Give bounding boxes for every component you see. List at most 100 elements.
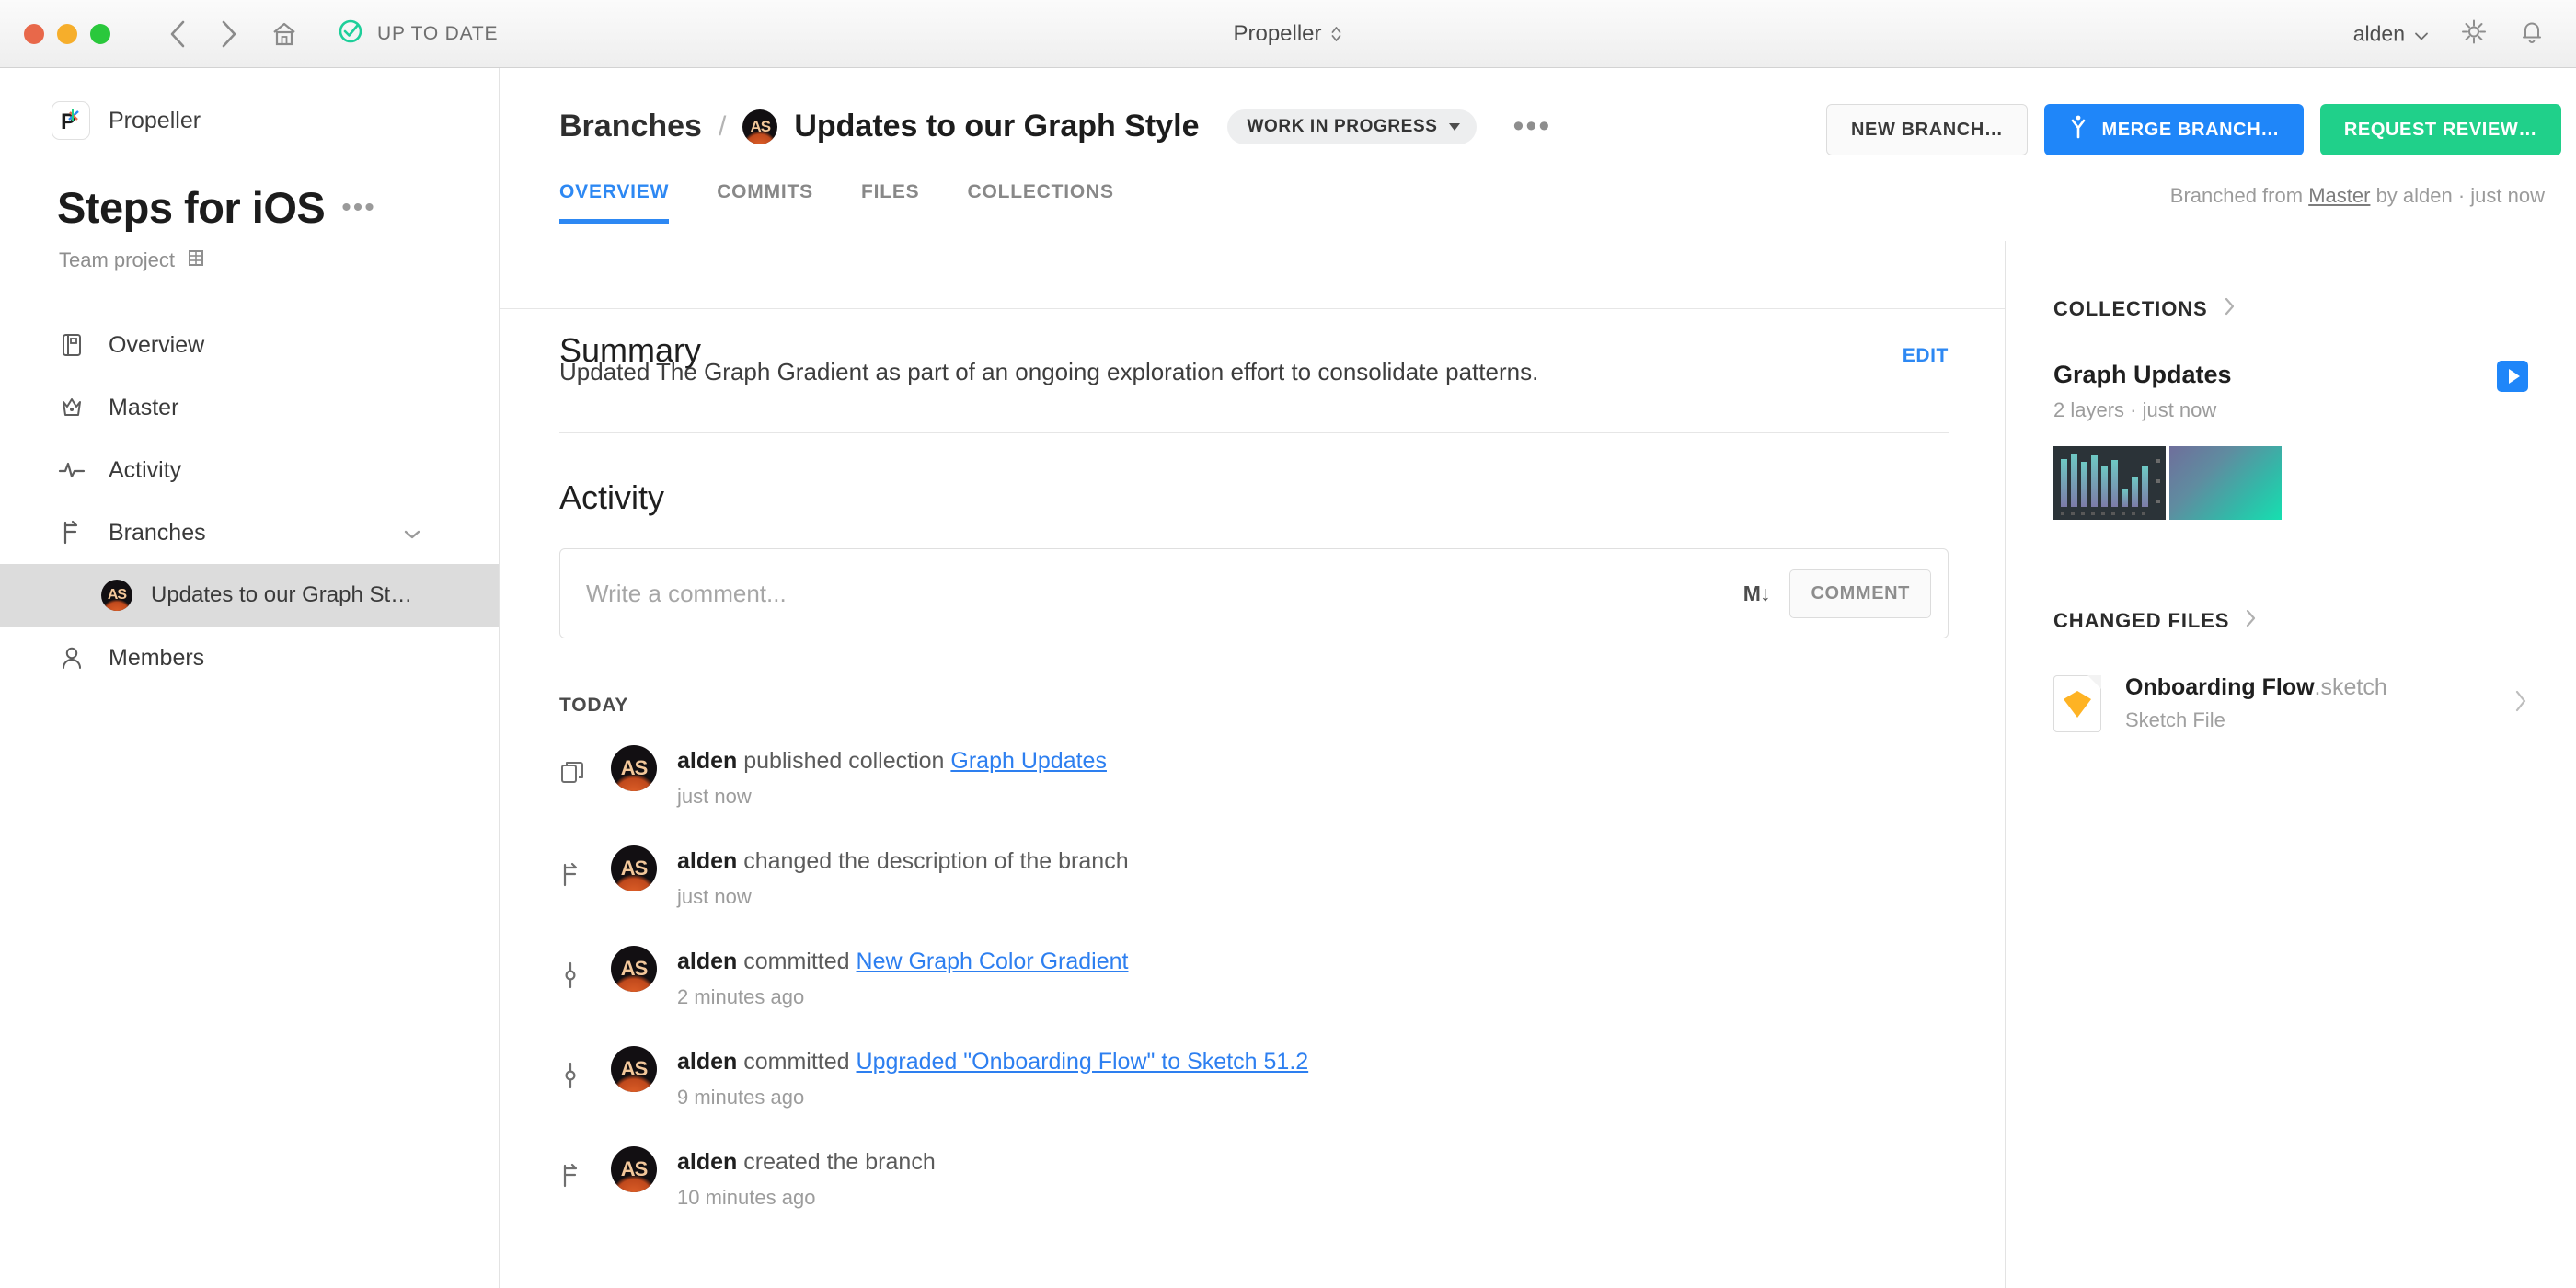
status-badge[interactable]: WORK IN PROGRESS xyxy=(1226,109,1477,144)
tab-files[interactable]: FILES xyxy=(861,181,920,224)
activity-time: 10 minutes ago xyxy=(677,1186,816,1210)
branch-icon xyxy=(559,845,611,888)
collection-meta: 2 layers · just now xyxy=(2053,398,2217,421)
close-window-button[interactable] xyxy=(24,23,44,44)
sidebar-item-overview[interactable]: Overview xyxy=(0,314,499,376)
chevron-down-icon xyxy=(1448,122,1460,131)
activity-link[interactable]: Upgraded "Onboarding Flow" to Sketch 51.… xyxy=(857,1049,1309,1075)
tab-overview[interactable]: OVERVIEW xyxy=(559,181,670,224)
sidebar: P Propeller Steps for iOS ••• Team proje… xyxy=(0,68,500,1288)
activity-time: 2 minutes ago xyxy=(677,985,805,1009)
window-traffic-lights xyxy=(24,23,110,44)
new-branch-button[interactable]: NEW BRANCH… xyxy=(1826,104,2029,155)
window-title-label: Propeller xyxy=(1233,20,1322,46)
titlebar-right-controls: alden xyxy=(2353,17,2545,50)
forward-icon[interactable] xyxy=(219,18,239,50)
minimize-window-button[interactable] xyxy=(57,23,77,44)
avatar: AS xyxy=(611,745,657,791)
activity-item[interactable]: AS alden published collection Graph Upda… xyxy=(559,745,1939,845)
back-icon[interactable] xyxy=(167,18,188,50)
activity-text: created the branch xyxy=(743,1149,936,1175)
project-subtitle-label: Team project xyxy=(59,248,175,271)
branch-action-buttons: NEW BRANCH… MERGE BRANCH… REQUEST REVIEW… xyxy=(1826,104,2561,155)
branched-from-info: Branched from Master by alden · just now xyxy=(2170,184,2545,208)
collection-icon xyxy=(559,745,611,788)
chevron-right-icon[interactable] xyxy=(2513,689,2528,718)
activity-item[interactable]: AS alden changed the description of the … xyxy=(559,845,1939,946)
chevron-down-icon[interactable] xyxy=(403,520,421,546)
branch-overflow-menu[interactable]: ••• xyxy=(1513,110,1552,142)
project-overflow-menu[interactable]: ••• xyxy=(341,193,376,221)
activity-heading: Activity xyxy=(559,478,665,516)
activity-actor: alden xyxy=(677,949,738,974)
branched-from-suffix: by alden · just now xyxy=(2375,184,2545,207)
branch-tabs: OVERVIEW COMMITS FILES COLLECTIONS xyxy=(559,181,2004,224)
sidebar-item-branch-updates-to-our-graph-style[interactable]: AS Updates to our Graph St… xyxy=(0,564,499,627)
activity-item[interactable]: AS alden committed New Graph Color Gradi… xyxy=(559,946,1939,1046)
collections-panel-header[interactable]: COLLECTIONS xyxy=(2053,296,2576,322)
page-title: Steps for iOS xyxy=(57,183,326,232)
activity-actor: alden xyxy=(677,848,738,874)
sidebar-item-label: Overview xyxy=(109,331,205,358)
right-panel: COLLECTIONS Graph Updates 2 layers · jus… xyxy=(2005,241,2576,1288)
tab-collections[interactable]: COLLECTIONS xyxy=(967,181,1113,224)
branch-header: Branches / AS Updates to our Graph Style… xyxy=(500,68,2004,144)
brand-header[interactable]: P Propeller xyxy=(0,68,499,140)
activity-time: 9 minutes ago xyxy=(677,1086,805,1110)
changed-file-basename: Onboarding Flow xyxy=(2125,674,2315,700)
activity-link[interactable]: Graph Updates xyxy=(950,748,1107,774)
activity-actor: alden xyxy=(677,748,738,774)
branched-from-link[interactable]: Master xyxy=(2308,184,2370,207)
request-review-button[interactable]: REQUEST REVIEW… xyxy=(2319,104,2561,155)
play-icon[interactable] xyxy=(2497,361,2528,392)
comment-input[interactable]: Write a comment... xyxy=(586,580,1743,608)
gear-icon[interactable] xyxy=(2460,17,2488,50)
changed-file-row[interactable]: Onboarding Flow.sketch Sketch File xyxy=(2053,674,2528,732)
comment-submit-button[interactable]: COMMENT xyxy=(1789,569,1931,618)
collection-thumbnails xyxy=(2053,446,2576,520)
breadcrumb-current: Updates to our Graph Style xyxy=(794,109,1200,144)
commit-icon xyxy=(559,946,611,990)
sidebar-item-label: Updates to our Graph St… xyxy=(151,582,413,607)
bell-icon[interactable] xyxy=(2519,17,2545,50)
sidebar-item-activity[interactable]: Activity xyxy=(0,439,499,501)
breadcrumb: Branches / AS Updates to our Graph Style… xyxy=(559,109,2004,144)
sync-status: UP TO DATE xyxy=(337,17,498,50)
thumbnail-bar-chart[interactable] xyxy=(2053,446,2166,520)
changed-files-panel-heading: CHANGED FILES xyxy=(2053,609,2230,632)
check-circle-icon xyxy=(337,17,364,50)
thumbnail-gradient[interactable] xyxy=(2169,446,2282,520)
collection-item[interactable]: Graph Updates 2 layers · just now xyxy=(2053,361,2528,422)
sidebar-item-label: Master xyxy=(109,394,179,420)
sidebar-item-label: Activity xyxy=(109,456,182,483)
merge-branch-label: MERGE BRANCH… xyxy=(2101,119,2280,140)
chevron-right-icon[interactable] xyxy=(2244,608,2257,634)
chevron-right-icon[interactable] xyxy=(2223,296,2236,322)
activity-item[interactable]: AS alden created the branch 10 minutes a… xyxy=(559,1146,1939,1247)
merge-icon xyxy=(2068,115,2088,144)
tab-commits[interactable]: COMMITS xyxy=(717,181,813,224)
maximize-window-button[interactable] xyxy=(90,23,110,44)
avatar: AS xyxy=(742,109,778,144)
changed-file-extension: .sketch xyxy=(2314,674,2387,700)
changed-files-panel-header[interactable]: CHANGED FILES xyxy=(2053,608,2576,634)
activity-link[interactable]: New Graph Color Gradient xyxy=(857,949,1129,974)
home-icon[interactable] xyxy=(270,20,298,48)
breadcrumb-branches[interactable]: Branches xyxy=(559,109,702,144)
activity-text: published collection xyxy=(743,748,945,774)
activity-day-label: TODAY xyxy=(559,695,629,716)
sidebar-item-master[interactable]: Master xyxy=(0,376,499,439)
sidebar-item-members[interactable]: Members xyxy=(0,627,499,689)
collection-name: Graph Updates xyxy=(2053,361,2232,388)
avatar: AS xyxy=(101,580,132,611)
markdown-icon[interactable]: M↓ xyxy=(1743,581,1771,606)
window-title[interactable]: Propeller xyxy=(1233,21,1342,47)
comment-box[interactable]: Write a comment... M↓ COMMENT xyxy=(559,548,1949,638)
project-subtitle: Team project xyxy=(0,233,499,273)
merge-branch-button[interactable]: MERGE BRANCH… xyxy=(2044,104,2304,155)
sidebar-item-branches[interactable]: Branches xyxy=(0,501,499,564)
user-menu[interactable]: alden xyxy=(2353,21,2429,46)
chevron-down-icon xyxy=(2414,21,2429,46)
activity-item[interactable]: AS alden committed Upgraded "Onboarding … xyxy=(559,1046,1939,1146)
avatar: AS xyxy=(611,946,657,992)
